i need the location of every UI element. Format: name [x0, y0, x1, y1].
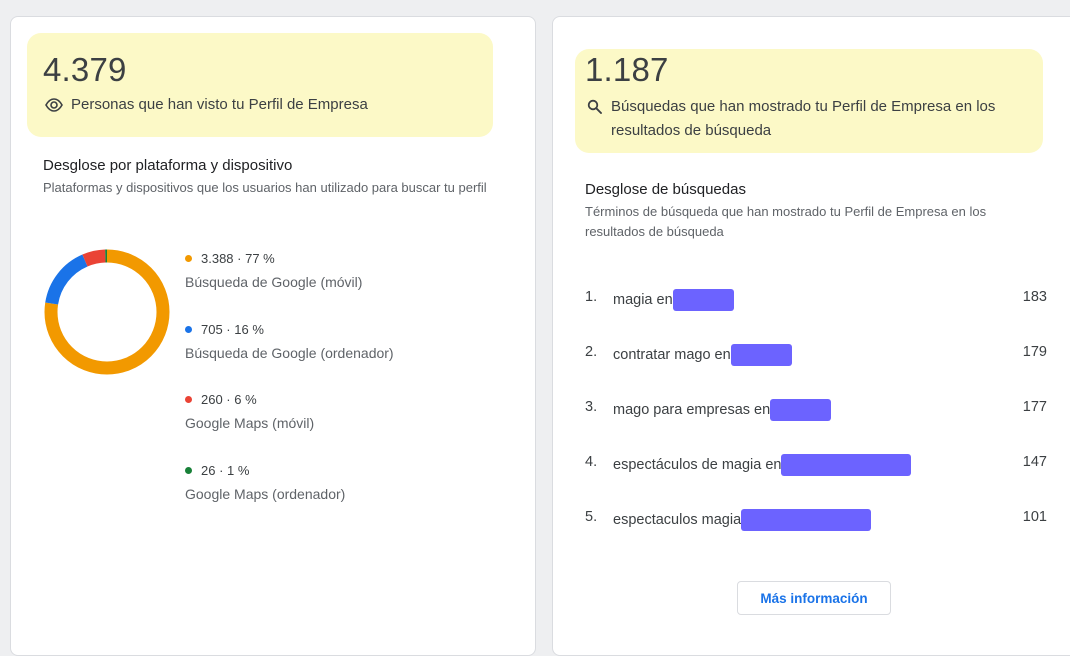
- legend-item-maps-mobile: 260 · 6 % Google Maps (móvil): [185, 392, 314, 431]
- search-count: 147: [1022, 454, 1047, 470]
- searches-card: 1.187 Búsquedas que han mostrado tu Perf…: [552, 16, 1070, 656]
- search-term: magia en: [613, 291, 673, 308]
- legend-item-google-mobile: 3.388 · 77 % Búsqueda de Google (móvil): [185, 251, 362, 290]
- legend-value: 260 · 6 %: [201, 392, 257, 407]
- search-term: espectáculos de magia en: [613, 456, 782, 473]
- search-count: 179: [1022, 344, 1047, 360]
- search-icon: [587, 99, 602, 119]
- legend-dot: [185, 326, 192, 333]
- legend-dot: [185, 255, 192, 262]
- more-info-button[interactable]: Más información: [737, 581, 891, 615]
- search-term-row: 2. contratar mago en 179: [585, 342, 1047, 366]
- search-breakdown-subtitle: Términos de búsqueda que han mostrado tu…: [585, 204, 987, 239]
- search-term: espectaculos magia: [613, 511, 742, 528]
- search-count: 177: [1022, 399, 1047, 415]
- search-rank: 5.: [585, 509, 598, 525]
- platform-breakdown-subtitle: Plataformas y dispositivos que los usuar…: [43, 180, 487, 195]
- legend-value: 3.388 · 77 %: [201, 251, 275, 266]
- profile-views-card: 4.379 Personas que han visto tu Perfil d…: [10, 16, 536, 656]
- search-rank: 1.: [585, 289, 598, 305]
- legend-item-google-desktop: 705 · 16 % Búsqueda de Google (ordenador…: [185, 322, 394, 361]
- redacted-location: [730, 344, 792, 366]
- search-count: 101: [1022, 509, 1047, 525]
- legend-value: 26 · 1 %: [201, 463, 250, 478]
- legend-label: Búsqueda de Google (móvil): [185, 274, 363, 290]
- legend-label: Google Maps (móvil): [185, 415, 315, 431]
- search-rank: 3.: [585, 399, 598, 415]
- search-term: contratar mago en: [613, 346, 731, 363]
- search-term-row: 1. magia en 183: [585, 287, 1047, 311]
- eye-icon: [45, 98, 63, 117]
- search-term-row: 3. mago para empresas en 177: [585, 397, 1047, 421]
- platform-donut-chart: [44, 249, 170, 375]
- legend-item-maps-desktop: 26 · 1 % Google Maps (ordenador): [185, 463, 345, 502]
- legend-label: Búsqueda de Google (ordenador): [185, 345, 394, 361]
- search-term-row: 4. espectáculos de magia en 147: [585, 452, 1047, 476]
- legend-dot: [185, 396, 192, 403]
- views-caption: Personas que han visto tu Perfil de Empr…: [71, 96, 368, 113]
- searches-caption: Búsquedas que han mostrado tu Perfil de …: [611, 98, 996, 139]
- search-count: 183: [1022, 289, 1047, 305]
- redacted-location: [672, 289, 734, 311]
- legend-value: 705 · 16 %: [201, 322, 264, 337]
- searches-count: 1.187: [585, 51, 669, 88]
- redacted-location: [781, 454, 912, 476]
- legend-dot: [185, 467, 192, 474]
- legend-label: Google Maps (ordenador): [185, 486, 346, 502]
- search-term-row: 5. espectaculos magia 101: [585, 507, 1047, 531]
- views-count: 4.379: [43, 51, 127, 88]
- redacted-location: [741, 509, 872, 531]
- search-breakdown-title: Desglose de búsquedas: [585, 181, 746, 198]
- search-term: mago para empresas en: [613, 401, 771, 418]
- platform-breakdown-title: Desglose por plataforma y dispositivo: [43, 157, 293, 174]
- searches-highlight-box: 1.187 Búsquedas que han mostrado tu Perf…: [575, 49, 1043, 153]
- search-rank: 2.: [585, 344, 598, 360]
- search-rank: 4.: [585, 454, 598, 470]
- views-highlight-box: 4.379 Personas que han visto tu Perfil d…: [27, 33, 493, 137]
- redacted-location: [770, 399, 832, 421]
